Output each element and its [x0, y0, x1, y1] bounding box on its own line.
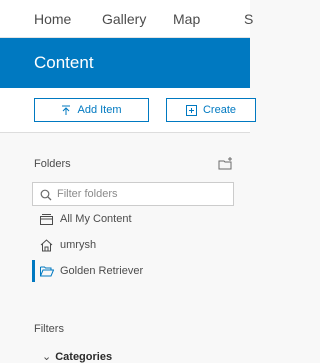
categories-toggle[interactable]: ⌄ Categories	[42, 350, 112, 363]
content-banner: Content	[0, 38, 250, 88]
folder-label: Golden Retriever	[60, 265, 144, 277]
filter-folders-field	[32, 182, 234, 206]
categories-label: Categories	[55, 351, 113, 363]
folders-heading: Folders	[34, 158, 71, 170]
create-button[interactable]: Create	[166, 98, 256, 122]
add-item-label: Add Item	[77, 104, 122, 116]
filter-folders-input[interactable]	[57, 186, 227, 202]
filters-heading: Filters	[34, 323, 64, 335]
folder-umrysh[interactable]: umrysh	[32, 234, 234, 256]
folder-open-icon	[40, 266, 54, 277]
nav-scene[interactable]: S	[244, 11, 253, 27]
home-icon	[40, 238, 54, 252]
create-label: Create	[202, 104, 237, 116]
top-navigation: Home Gallery Map S	[0, 0, 253, 38]
drawer-icon	[40, 213, 54, 225]
plus-square-icon	[185, 104, 197, 116]
folder-label: All My Content	[60, 213, 132, 225]
chevron-down-icon: ⌄	[42, 351, 52, 363]
page-title: Content	[34, 53, 94, 72]
nav-home[interactable]: Home	[34, 11, 71, 27]
upload-icon	[61, 105, 71, 116]
nav-gallery[interactable]: Gallery	[102, 11, 146, 27]
action-bar: Add Item Create	[0, 88, 256, 133]
nav-map[interactable]: Map	[173, 11, 200, 27]
folder-golden-retriever[interactable]: Golden Retriever	[32, 260, 234, 282]
new-folder-icon[interactable]	[218, 157, 234, 171]
search-icon	[40, 188, 52, 206]
folder-label: umrysh	[60, 239, 97, 251]
folder-all-my-content[interactable]: All My Content	[32, 208, 234, 230]
add-item-button[interactable]: Add Item	[34, 98, 149, 122]
